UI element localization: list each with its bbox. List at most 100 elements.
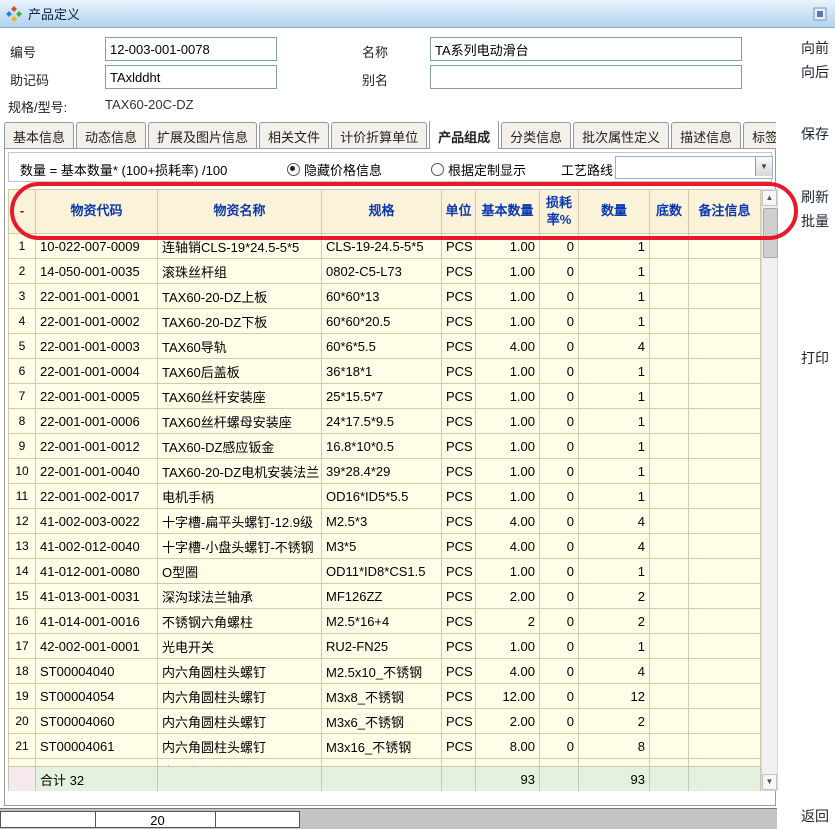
grid-cell[interactable]: 2.00 (476, 709, 540, 734)
grid-cell[interactable]: MF126ZZ (322, 584, 442, 609)
grid-cell[interactable]: PCS (442, 709, 476, 734)
grid-cell[interactable]: 1 (579, 634, 650, 659)
grid-cell[interactable]: 4 (579, 534, 650, 559)
grid-cell[interactable]: ST00004061 (36, 734, 158, 759)
grid-cell[interactable]: ST00004060 (36, 709, 158, 734)
grid-cell[interactable] (689, 309, 761, 334)
row-number-cell[interactable]: 17 (9, 634, 36, 659)
grid-cell[interactable]: TAX60-20-DZ电机安装法兰 (158, 459, 322, 484)
grid-cell[interactable]: PCS (442, 609, 476, 634)
grid-cell[interactable]: 22-001-001-0012 (36, 434, 158, 459)
grid-cell[interactable]: 1 (579, 284, 650, 309)
tab-classification[interactable]: 分类信息 (501, 122, 571, 149)
grid-cell[interactable]: 2 (579, 709, 650, 734)
grid-cell[interactable] (689, 659, 761, 684)
grid-cell[interactable] (689, 284, 761, 309)
alias-input[interactable] (430, 65, 742, 89)
grid-cell[interactable]: PCS (442, 434, 476, 459)
grid-cell[interactable]: 22-001-002-0017 (36, 484, 158, 509)
grid-cell[interactable] (650, 309, 689, 334)
grid-cell[interactable] (650, 734, 689, 759)
save-button[interactable]: 保存 (801, 124, 829, 144)
grid-cell[interactable] (476, 759, 540, 767)
grid-cell[interactable] (689, 409, 761, 434)
grid-cell[interactable]: 8.00 (476, 734, 540, 759)
grid-cell[interactable]: 2 (579, 584, 650, 609)
tab-description[interactable]: 描述信息 (671, 122, 741, 149)
grid-cell[interactable]: 0 (540, 384, 579, 409)
grid-cell[interactable]: 0 (540, 559, 579, 584)
grid-cell[interactable] (650, 684, 689, 709)
grid-cell[interactable]: 4.00 (476, 509, 540, 534)
row-number-cell[interactable]: 4 (9, 309, 36, 334)
grid-cell[interactable]: M3*5 (322, 534, 442, 559)
grid-cell[interactable]: 光电开关 (158, 634, 322, 659)
grid-cell[interactable]: 22-001-001-0001 (36, 284, 158, 309)
grid-cell[interactable]: 4 (579, 334, 650, 359)
grid-cell[interactable] (689, 384, 761, 409)
row-number-cell[interactable]: 8 (9, 409, 36, 434)
col-header-radix[interactable]: 底数 (650, 190, 689, 234)
scroll-down-icon[interactable]: ▼ (762, 774, 777, 790)
col-header-rowsel[interactable]: - (9, 190, 36, 234)
grid-cell[interactable]: TAX60丝杆螺母安装座 (158, 409, 322, 434)
grid-cell[interactable]: 42-002-001-0001 (36, 634, 158, 659)
grid-cell[interactable]: 0 (540, 484, 579, 509)
chevron-down-icon[interactable]: ▼ (755, 157, 772, 176)
grid-cell[interactable]: PCS (442, 634, 476, 659)
row-number-cell[interactable]: 12 (9, 509, 36, 534)
col-header-qty[interactable]: 数量 (579, 190, 650, 234)
row-number-cell[interactable]: 13 (9, 534, 36, 559)
grid-cell[interactable]: M2.5*3 (322, 509, 442, 534)
grid-cell[interactable]: 2 (476, 609, 540, 634)
grid-cell[interactable]: OD16*ID5*5.5 (322, 484, 442, 509)
row-number-cell[interactable] (9, 759, 36, 767)
row-number-cell[interactable]: 9 (9, 434, 36, 459)
row-number-cell[interactable]: 20 (9, 709, 36, 734)
tab-basic-info[interactable]: 基本信息 (4, 122, 74, 149)
grid-cell[interactable]: 内六角圆柱头螺钉 (158, 684, 322, 709)
grid-cell[interactable]: 8 (579, 734, 650, 759)
row-number-cell[interactable]: 14 (9, 559, 36, 584)
grid-cell[interactable]: 0 (540, 609, 579, 634)
grid-cell[interactable]: 十字槽-扁平头螺钉-12.9级 (158, 509, 322, 534)
grid-cell[interactable] (689, 259, 761, 284)
row-number-cell[interactable]: 16 (9, 609, 36, 634)
grid-cell[interactable]: 0 (540, 659, 579, 684)
grid-cell[interactable]: 1 (579, 434, 650, 459)
grid-cell[interactable] (650, 659, 689, 684)
grid-cell[interactable]: TAX60后盖板 (158, 359, 322, 384)
grid-cell[interactable] (689, 684, 761, 709)
grid-cell[interactable]: M2.5x10_不锈钢 (322, 659, 442, 684)
grid-cell[interactable]: 0 (540, 334, 579, 359)
grid-cell[interactable]: 内六角圆柱头螺钉 (158, 734, 322, 759)
grid-cell[interactable]: ST00004054 (36, 684, 158, 709)
grid-cell[interactable]: 滚珠丝杆组 (158, 259, 322, 284)
grid-cell[interactable]: 1 (579, 484, 650, 509)
grid-cell[interactable]: 4.00 (476, 534, 540, 559)
code-input[interactable] (105, 37, 277, 61)
grid-cell[interactable] (650, 509, 689, 534)
grid-cell[interactable]: 25*15.5*7 (322, 384, 442, 409)
grid-cell[interactable]: 0 (540, 259, 579, 284)
page-forward-button[interactable]: 向前 (801, 38, 829, 58)
grid-cell[interactable]: ST00004040 (36, 659, 158, 684)
grid-cell[interactable]: 0 (540, 409, 579, 434)
grid-cell[interactable]: 41-013-001-0031 (36, 584, 158, 609)
grid-cell[interactable]: PCS (442, 584, 476, 609)
mnemonic-input[interactable] (105, 65, 277, 89)
grid-cell[interactable]: 0 (540, 309, 579, 334)
row-number-cell[interactable]: 3 (9, 284, 36, 309)
grid-cell[interactable] (689, 634, 761, 659)
grid-cell[interactable]: 4 (579, 509, 650, 534)
grid-cell[interactable]: PCS (442, 534, 476, 559)
grid-cell[interactable] (650, 709, 689, 734)
grid-cell[interactable]: 16.8*10*0.5 (322, 434, 442, 459)
grid-cell[interactable]: 1.00 (476, 559, 540, 584)
grid-cell[interactable]: 0 (540, 734, 579, 759)
grid-cell[interactable]: 4.00 (476, 334, 540, 359)
grid-cell[interactable] (650, 459, 689, 484)
grid-cell[interactable]: 0 (540, 434, 579, 459)
grid-cell[interactable]: 22-001-001-0002 (36, 309, 158, 334)
grid-cell[interactable]: O型圈 (158, 559, 322, 584)
